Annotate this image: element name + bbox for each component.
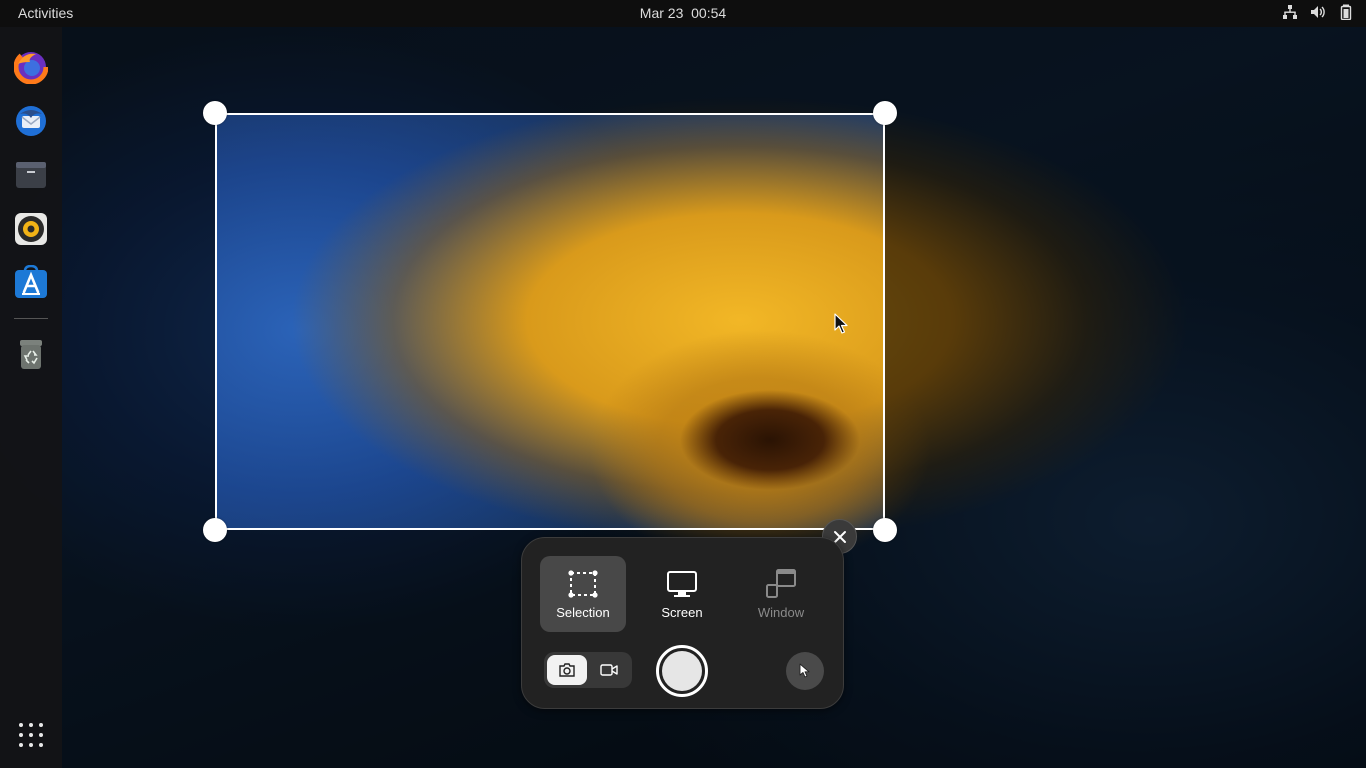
screenshot-toggle[interactable] bbox=[547, 655, 587, 685]
dock bbox=[0, 27, 62, 768]
volume-icon[interactable] bbox=[1310, 4, 1326, 20]
files-icon[interactable] bbox=[13, 157, 49, 193]
mode-selection-button[interactable]: Selection bbox=[540, 556, 626, 632]
camera-icon bbox=[559, 663, 575, 677]
trash-icon[interactable] bbox=[13, 336, 49, 372]
mode-screen-button[interactable]: Screen bbox=[639, 556, 725, 632]
selection-handle-bottom-right[interactable] bbox=[873, 518, 897, 542]
selection-handle-top-right[interactable] bbox=[873, 101, 897, 125]
show-pointer-button[interactable] bbox=[786, 652, 824, 690]
rhythmbox-icon[interactable] bbox=[13, 211, 49, 247]
ubuntu-software-icon[interactable] bbox=[13, 264, 49, 300]
selection-handle-bottom-left[interactable] bbox=[203, 518, 227, 542]
window-icon bbox=[766, 569, 796, 598]
mode-screen-label: Screen bbox=[661, 605, 703, 620]
activities-button[interactable]: Activities bbox=[18, 5, 73, 21]
selection-handle-top-left[interactable] bbox=[203, 101, 227, 125]
mouse-cursor-icon bbox=[834, 313, 848, 334]
network-icon[interactable] bbox=[1282, 4, 1298, 20]
dock-separator bbox=[14, 318, 48, 319]
battery-icon[interactable] bbox=[1338, 4, 1354, 20]
screenshot-panel: Selection Screen Window bbox=[521, 537, 844, 709]
mode-window-button[interactable]: Window bbox=[738, 556, 824, 632]
thunderbird-icon[interactable] bbox=[13, 103, 49, 139]
pointer-icon bbox=[799, 663, 810, 678]
mode-selection-label: Selection bbox=[556, 605, 610, 620]
mode-window-label: Window bbox=[757, 605, 805, 620]
app-grid-icon[interactable] bbox=[19, 723, 43, 747]
monitor-icon bbox=[667, 571, 697, 597]
clock[interactable]: Mar 23 00:54 bbox=[640, 5, 726, 21]
top-bar: Activities Mar 23 00:54 bbox=[0, 0, 1366, 27]
video-camera-icon bbox=[600, 664, 618, 676]
selection-border bbox=[215, 113, 885, 530]
capture-button[interactable] bbox=[656, 645, 708, 697]
capture-type-toggle bbox=[544, 652, 632, 688]
system-tray[interactable] bbox=[1282, 4, 1354, 20]
screencast-toggle[interactable] bbox=[589, 655, 629, 685]
firefox-icon[interactable] bbox=[13, 49, 49, 85]
selection-icon bbox=[568, 570, 598, 598]
